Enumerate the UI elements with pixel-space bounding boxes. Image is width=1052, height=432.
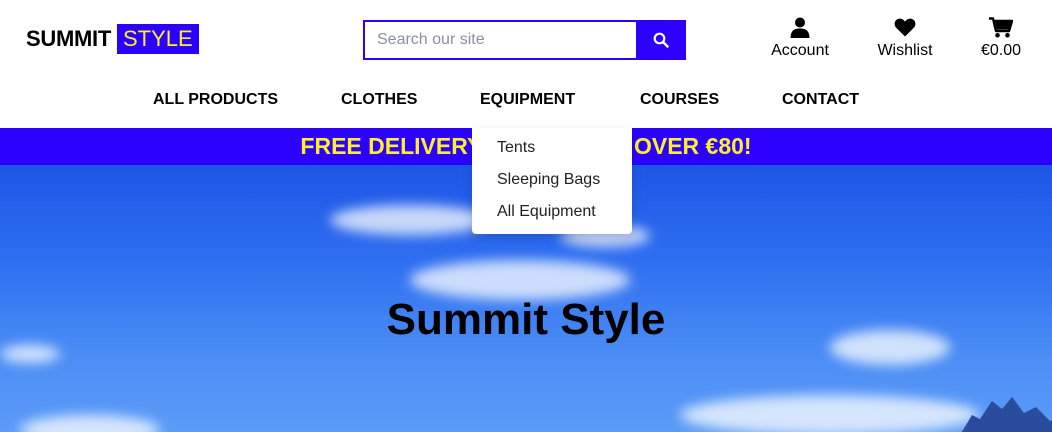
hero-cloud (0, 345, 60, 363)
search-icon (653, 32, 669, 48)
hero-title: Summit Style (386, 295, 666, 344)
dropdown-item-all-equipment[interactable]: All Equipment (472, 200, 632, 232)
wishlist-link[interactable]: Wishlist (872, 16, 938, 66)
shopping-bag-link[interactable]: €0.00 (974, 16, 1028, 66)
wishlist-label: Wishlist (877, 42, 933, 59)
equipment-dropdown-menu: Tents Sleeping Bags All Equipment (472, 128, 632, 234)
hero-cloud (680, 395, 980, 432)
nav-item-clothes[interactable]: CLOTHES (341, 91, 417, 109)
bag-total: €0.00 (980, 42, 1022, 59)
logo-text-summit: SUMMIT (26, 26, 111, 51)
dropdown-item-sleeping-bags[interactable]: Sleeping Bags (472, 168, 632, 200)
search-form (363, 20, 686, 60)
dropdown-item-tents[interactable]: Tents (472, 136, 632, 168)
hero-cloud (330, 205, 490, 235)
account-label: Account (771, 42, 829, 59)
heart-icon (894, 18, 916, 36)
search-input[interactable] (363, 20, 636, 60)
main-nav: ALL PRODUCTS CLOTHES EQUIPMENT COURSES C… (0, 80, 1052, 128)
nav-item-courses[interactable]: COURSES (640, 91, 719, 109)
mountain-peak-image (961, 397, 1052, 432)
hero-cloud (20, 415, 160, 432)
logo-text-style: STYLE (116, 24, 199, 54)
search-button[interactable] (636, 20, 686, 60)
nav-item-equipment[interactable]: EQUIPMENT (480, 91, 575, 109)
nav-item-all-products[interactable]: ALL PRODUCTS (153, 91, 278, 109)
site-header: SUMMIT STYLE Account Wishlist (0, 0, 1052, 80)
account-link[interactable]: Account (764, 16, 836, 66)
nav-item-contact[interactable]: CONTACT (782, 91, 859, 109)
user-icon (790, 17, 810, 38)
site-logo[interactable]: SUMMIT STYLE (26, 24, 199, 54)
hero-cloud (410, 260, 630, 300)
cart-icon (989, 16, 1013, 38)
